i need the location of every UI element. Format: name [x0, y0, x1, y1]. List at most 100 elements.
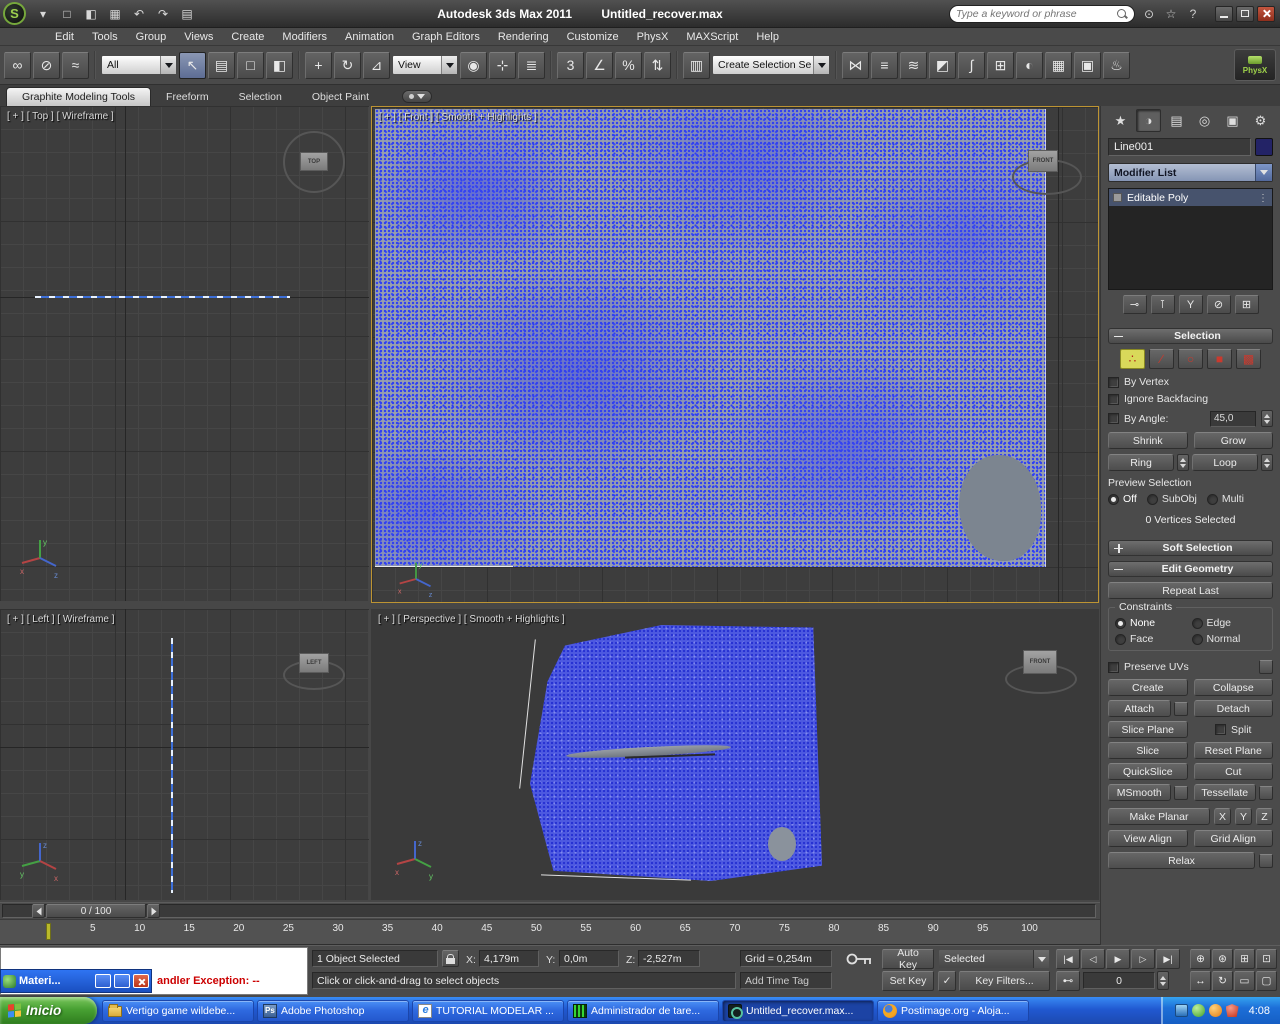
editable-poly-mesh-front[interactable]: [375, 109, 1046, 567]
rectangular-selection-region[interactable]: □: [237, 51, 264, 79]
menu-item[interactable]: Create: [222, 31, 273, 43]
ribbon-tab[interactable]: Graphite Modeling Tools: [6, 87, 152, 106]
key-filters-button[interactable]: Key Filters...: [959, 971, 1050, 991]
subobject-edge[interactable]: ∕: [1149, 349, 1174, 369]
window-restore-button[interactable]: [114, 974, 130, 988]
detach-button[interactable]: Detach: [1193, 700, 1273, 717]
relax-settings-button[interactable]: [1259, 853, 1273, 868]
quickslice-button[interactable]: QuickSlice: [1108, 763, 1188, 780]
select-and-scale[interactable]: ⊿: [363, 51, 390, 79]
modifier-stack-item[interactable]: Editable Poly: [1109, 189, 1272, 206]
start-button[interactable]: Inicio: [0, 997, 97, 1024]
ring-spinner[interactable]: [1177, 454, 1189, 471]
undo-button[interactable]: ↶: [128, 4, 150, 24]
material-editor-window-titlebar[interactable]: Materi...: [0, 969, 152, 993]
infocenter-help-icon[interactable]: ?: [1183, 4, 1203, 24]
configure-modifier-sets[interactable]: ⊞: [1234, 295, 1259, 314]
next-frame[interactable]: ▷: [1131, 949, 1155, 969]
ribbon-display-toggle[interactable]: [402, 90, 433, 103]
taskbar-item[interactable]: Untitled_recover.max...: [722, 999, 874, 1022]
communication-center-icon[interactable]: ⊙: [1139, 4, 1159, 24]
key-filter-toggle[interactable]: ✓: [938, 971, 956, 991]
preview-selection-option[interactable]: Off: [1108, 493, 1137, 505]
keyboard-shortcut-override[interactable]: ≣: [518, 51, 545, 79]
minimize-button[interactable]: [1215, 5, 1233, 22]
viewcube[interactable]: FRONT: [1028, 150, 1058, 172]
window-crossing-toggle[interactable]: ◧: [266, 51, 293, 79]
taskbar-item[interactable]: Postimage.org - Aloja...: [877, 999, 1029, 1022]
object-color-swatch[interactable]: [1255, 138, 1273, 156]
split-checkbox[interactable]: Split: [1194, 721, 1274, 738]
go-to-end[interactable]: ▶|: [1156, 949, 1180, 969]
editable-poly-mesh-perspective[interactable]: [530, 625, 822, 881]
curve-editor[interactable]: ∫: [958, 51, 985, 79]
display-tab[interactable]: ▣: [1220, 109, 1245, 132]
make-unique[interactable]: Y: [1178, 295, 1203, 314]
object-name-field[interactable]: Line001: [1108, 138, 1251, 156]
by-vertex-checkbox[interactable]: By Vertex: [1108, 376, 1273, 388]
menu-item[interactable]: Graph Editors: [403, 31, 489, 43]
ribbon-tab[interactable]: Selection: [224, 88, 297, 106]
attach-options-button[interactable]: [1173, 701, 1188, 716]
preview-selection-option[interactable]: Multi: [1206, 493, 1244, 505]
align[interactable]: ≡: [871, 51, 898, 79]
rendered-frame-window[interactable]: ▣: [1074, 51, 1101, 79]
preview-selection-option[interactable]: SubObj: [1146, 493, 1197, 505]
field-of-view[interactable]: ▭: [1234, 971, 1255, 991]
viewport-perspective-label[interactable]: [ + ] [ Perspective ] [ Smooth + Highlig…: [378, 614, 565, 625]
create-button[interactable]: Create: [1108, 679, 1188, 696]
spinner-snap-toggle[interactable]: ⇅: [644, 51, 671, 79]
menu-item[interactable]: Animation: [336, 31, 403, 43]
set-key-button[interactable]: Set Key: [882, 971, 934, 991]
application-menu-arrow-icon[interactable]: ▾: [32, 4, 54, 24]
auto-key-button[interactable]: Auto Key: [882, 947, 934, 971]
subobject-polygon[interactable]: ■: [1207, 349, 1232, 369]
constraint-option[interactable]: Face: [1115, 633, 1190, 645]
angle-snap-toggle[interactable]: ∠: [586, 51, 613, 79]
graphite-modeling-tools-toggle[interactable]: ◩: [929, 51, 956, 79]
viewport-front-label[interactable]: [ + ] [ Front ] [ Smooth + Highlights ]: [379, 112, 537, 123]
select-object[interactable]: ↖: [179, 51, 206, 79]
named-selection-set-dropdown[interactable]: Create Selection Se: [712, 55, 830, 75]
taskbar-item[interactable]: Adobe Photoshop: [257, 999, 409, 1022]
stack-item-menu-icon[interactable]: [1258, 192, 1268, 204]
constraint-option[interactable]: Edge: [1191, 617, 1267, 629]
make-planar-z-button[interactable]: Z: [1256, 808, 1273, 825]
project-folder-button[interactable]: ▤: [176, 4, 198, 24]
by-angle-spinner[interactable]: [1261, 410, 1273, 427]
select-and-link[interactable]: ∞: [4, 51, 31, 79]
select-and-move[interactable]: +: [305, 51, 332, 79]
x-coordinate-field[interactable]: 4,179m: [479, 950, 539, 967]
msmooth-settings-button[interactable]: [1173, 785, 1188, 800]
time-slider-track[interactable]: [2, 904, 1096, 918]
tessellate-button[interactable]: Tessellate: [1193, 784, 1256, 801]
slice-plane-button[interactable]: Slice Plane: [1108, 721, 1188, 738]
by-angle-checkbox[interactable]: By Angle:: [1108, 413, 1168, 425]
add-time-tag-field[interactable]: Add Time Tag: [740, 972, 832, 989]
cut-button[interactable]: Cut: [1193, 763, 1273, 780]
make-planar-button[interactable]: Make Planar: [1108, 808, 1210, 825]
play-animation[interactable]: ▶: [1106, 949, 1130, 969]
zoom-extents[interactable]: ⊞: [1234, 949, 1255, 969]
menu-item[interactable]: Views: [175, 31, 222, 43]
current-frame-field[interactable]: 0: [1083, 972, 1155, 989]
pan-view[interactable]: ↔: [1190, 971, 1211, 991]
viewcube[interactable]: FRONT: [1023, 650, 1057, 674]
previous-frame[interactable]: ◁: [1081, 949, 1105, 969]
shrink-button[interactable]: Shrink: [1108, 432, 1188, 449]
tray-security-icon[interactable]: [1225, 1004, 1239, 1017]
taskbar-item[interactable]: TUTORIAL MODELAR ...: [412, 999, 564, 1022]
menu-item[interactable]: Edit: [46, 31, 83, 43]
bind-to-space-warp[interactable]: ≈: [62, 51, 89, 79]
msmooth-button[interactable]: MSmooth: [1108, 784, 1171, 801]
menu-item[interactable]: Modifiers: [273, 31, 336, 43]
redo-button[interactable]: ↷: [152, 4, 174, 24]
select-by-name[interactable]: ▤: [208, 51, 235, 79]
menu-item[interactable]: Rendering: [489, 31, 558, 43]
create-tab[interactable]: ★: [1108, 109, 1133, 132]
ring-button[interactable]: Ring: [1108, 454, 1174, 471]
rollout-header-selection[interactable]: Selection: [1108, 328, 1273, 344]
modify-tab[interactable]: ◑: [1136, 109, 1161, 132]
ribbon-tab[interactable]: Object Paint: [297, 88, 384, 106]
render-setup[interactable]: ▦: [1045, 51, 1072, 79]
